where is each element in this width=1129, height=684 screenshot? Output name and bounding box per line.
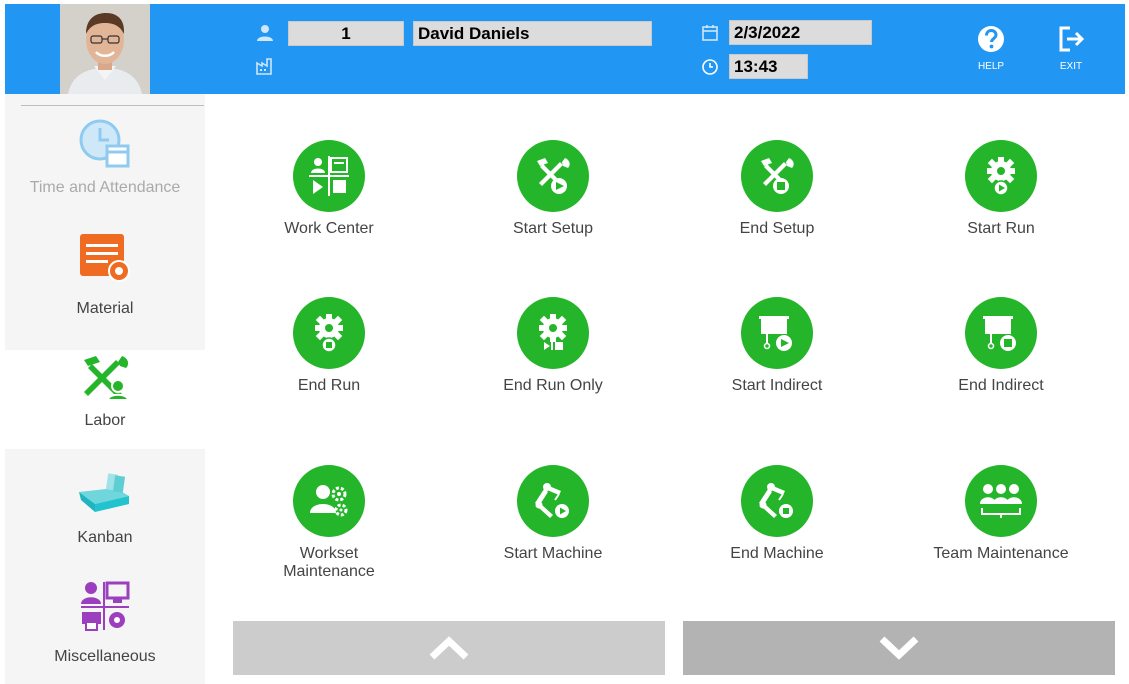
help-label: HELP xyxy=(977,61,1005,72)
exit-label: EXIT xyxy=(1059,61,1083,72)
workset-maintenance-button[interactable]: Workset Maintenance xyxy=(229,465,429,581)
clock-calendar-icon xyxy=(79,119,130,168)
end-run-only-icon xyxy=(539,314,567,350)
factory-icon xyxy=(256,58,272,75)
action-label: End Run Only xyxy=(503,377,603,394)
time-field: 13:43 xyxy=(729,54,808,79)
help-button[interactable]: HELP xyxy=(966,24,1016,72)
start-run-button[interactable]: Start Run xyxy=(901,140,1101,238)
end-run-circle xyxy=(293,297,365,369)
date-field: 2/3/2022 xyxy=(729,20,872,45)
kanban-bin-icon xyxy=(79,473,129,512)
sidebar-item-material[interactable]: Material xyxy=(5,232,205,348)
action-label: End Run xyxy=(297,377,361,394)
sidebar-divider xyxy=(21,105,204,106)
calendar-icon xyxy=(702,25,718,41)
chevron-down-icon xyxy=(879,636,919,660)
action-label: End Setup xyxy=(739,220,815,237)
user-icon xyxy=(257,25,273,41)
clock-icon xyxy=(702,59,718,75)
end-machine-icon xyxy=(759,483,793,518)
end-indirect-circle xyxy=(965,297,1037,369)
work-center-icon xyxy=(309,156,349,196)
end-indirect-button[interactable]: End Indirect xyxy=(901,297,1101,395)
work-center-circle xyxy=(293,140,365,212)
employee-id-field: 1 xyxy=(288,21,404,46)
sidebar-item-label: Labor xyxy=(84,412,126,429)
end-run-only-button[interactable]: End Run Only xyxy=(453,297,653,395)
sidebar-item-miscellaneous[interactable]: Miscellaneous xyxy=(5,580,205,680)
start-indirect-icon xyxy=(759,316,792,351)
material-icon xyxy=(80,234,130,282)
header-bar: 1 David Daniels 2/3/2022 13:43 HELP EXIT xyxy=(5,4,1125,94)
sidebar-item-label: Material xyxy=(76,300,134,317)
work-center-button[interactable]: Work Center xyxy=(229,140,429,238)
sidebar-item-kanban[interactable]: Kanban xyxy=(5,470,205,580)
end-indirect-icon xyxy=(983,316,1016,351)
sidebar-item-time-and-attendance[interactable]: Time and Attendance xyxy=(5,118,205,230)
action-label: Workset Maintenance xyxy=(283,545,375,580)
workset-maintenance-circle xyxy=(293,465,365,537)
end-setup-button[interactable]: End Setup xyxy=(677,140,877,238)
action-label: Start Setup xyxy=(512,220,594,237)
start-machine-circle xyxy=(517,465,589,537)
start-setup-icon xyxy=(537,158,570,194)
start-run-circle xyxy=(965,140,1037,212)
action-label: Team Maintenance xyxy=(933,545,1069,562)
sidebar-item-label: Kanban xyxy=(77,529,133,546)
scroll-down-button[interactable] xyxy=(683,621,1115,675)
start-run-icon xyxy=(987,157,1015,196)
team-maintenance-icon xyxy=(980,484,1022,518)
start-setup-button[interactable]: Start Setup xyxy=(453,140,653,238)
team-maintenance-button[interactable]: Team Maintenance xyxy=(901,465,1101,563)
start-machine-icon xyxy=(535,483,569,518)
start-setup-circle xyxy=(517,140,589,212)
exit-icon xyxy=(1059,26,1085,52)
sidebar-item-labor[interactable]: Labor xyxy=(5,352,205,447)
start-indirect-button[interactable]: Start Indirect xyxy=(677,297,877,395)
team-maintenance-circle xyxy=(965,465,1037,537)
end-run-only-circle xyxy=(517,297,589,369)
labor-tools-icon xyxy=(84,356,130,401)
user-avatar xyxy=(60,4,150,94)
sidebar-item-label: Miscellaneous xyxy=(54,648,156,665)
end-run-icon xyxy=(315,314,343,353)
action-label: Start Run xyxy=(967,220,1035,237)
workset-maintenance-icon xyxy=(310,485,348,517)
action-label: End Indirect xyxy=(958,377,1044,394)
help-icon xyxy=(978,26,1004,52)
end-machine-circle xyxy=(741,465,813,537)
start-machine-button[interactable]: Start Machine xyxy=(453,465,653,563)
employee-name-field: David Daniels xyxy=(413,21,652,46)
start-indirect-circle xyxy=(741,297,813,369)
miscellaneous-icon xyxy=(81,581,130,631)
action-label: End Machine xyxy=(730,545,824,562)
sidebar-item-label: Time and Attendance xyxy=(29,179,181,196)
end-setup-circle xyxy=(741,140,813,212)
end-machine-button[interactable]: End Machine xyxy=(677,465,877,563)
end-run-button[interactable]: End Run xyxy=(229,297,429,395)
exit-button[interactable]: EXIT xyxy=(1046,24,1096,72)
scroll-up-button[interactable] xyxy=(233,621,665,675)
action-label: Start Indirect xyxy=(731,377,823,394)
action-label: Start Machine xyxy=(503,545,603,562)
end-setup-icon xyxy=(761,158,794,194)
action-label: Work Center xyxy=(284,220,374,237)
chevron-up-icon xyxy=(429,636,469,660)
